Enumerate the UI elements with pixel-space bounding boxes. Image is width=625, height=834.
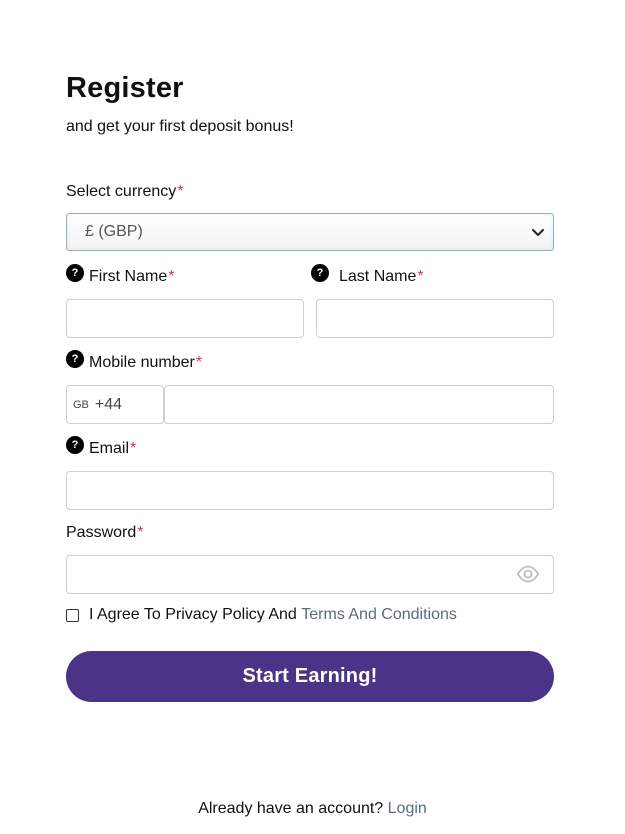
- help-icon[interactable]: ?: [311, 264, 329, 282]
- required-mark: *: [137, 524, 144, 541]
- terms-link[interactable]: Terms And Conditions: [301, 606, 457, 624]
- agree-text: I Agree To Privacy Policy And: [89, 606, 297, 623]
- first-name-label-text: First Name: [89, 268, 168, 285]
- help-icon[interactable]: ?: [66, 350, 84, 368]
- email-input[interactable]: [66, 471, 554, 510]
- last-name-label: ? Last Name *: [311, 264, 424, 286]
- page-title: Register: [66, 72, 184, 104]
- login-link[interactable]: Login: [388, 800, 427, 817]
- show-password-icon[interactable]: [517, 565, 539, 583]
- help-icon[interactable]: ?: [66, 436, 84, 454]
- password-label: Password *: [66, 524, 143, 542]
- required-mark: *: [417, 268, 424, 285]
- help-icon[interactable]: ?: [66, 264, 84, 282]
- start-earning-button[interactable]: Start Earning!: [66, 651, 554, 702]
- email-label-text: Email: [89, 440, 130, 457]
- currency-selected-value: £ (GBP): [85, 223, 143, 240]
- password-input[interactable]: [66, 555, 554, 594]
- mobile-label-text: Mobile number: [89, 354, 195, 371]
- chevron-down-icon: [532, 229, 544, 236]
- email-label: ? Email *: [66, 436, 137, 458]
- first-name-label: ? First Name *: [66, 264, 175, 286]
- last-name-input[interactable]: [316, 299, 554, 338]
- currency-label: Select currency *: [66, 183, 184, 201]
- required-mark: *: [130, 440, 137, 457]
- login-prompt-text: Already have an account?: [198, 800, 384, 817]
- country-code: GB: [73, 398, 89, 411]
- required-mark: *: [177, 183, 184, 200]
- dial-code: +44: [94, 395, 123, 413]
- currency-select[interactable]: £ (GBP): [66, 213, 554, 251]
- currency-label-text: Select currency: [66, 183, 177, 200]
- page-subtitle: and get your first deposit bonus!: [66, 118, 294, 135]
- required-mark: *: [195, 354, 203, 371]
- agree-checkbox[interactable]: [66, 608, 79, 622]
- login-prompt: Already have an account? Login: [0, 800, 625, 818]
- mobile-label: ? Mobile number *: [66, 350, 203, 372]
- required-mark: *: [168, 268, 175, 285]
- agree-row: I Agree To Privacy Policy And Terms And …: [66, 606, 457, 624]
- password-label-text: Password: [66, 524, 137, 541]
- last-name-label-text: Last Name: [339, 268, 417, 285]
- mobile-input[interactable]: [164, 385, 554, 424]
- country-code-select[interactable]: GB +44: [66, 385, 164, 424]
- first-name-input[interactable]: [66, 299, 304, 338]
